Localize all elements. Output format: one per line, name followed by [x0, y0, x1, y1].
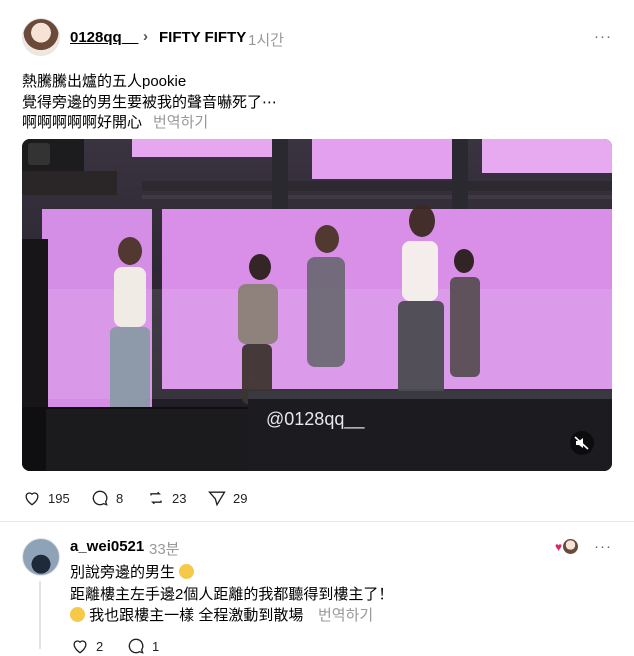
- mute-toggle-icon[interactable]: [570, 431, 594, 455]
- repost-icon: [150, 491, 162, 505]
- repost-button[interactable]: 23: [146, 488, 186, 508]
- reply-text-line-1: 別說旁邊的男生: [70, 561, 195, 582]
- post-topic-tag[interactable]: FIFTY FIFTY: [159, 29, 246, 46]
- comment-button[interactable]: 8: [90, 488, 123, 508]
- like-count: 195: [48, 490, 70, 506]
- reply-author-username[interactable]: a_wei0521: [70, 538, 144, 555]
- comment-count: 8: [116, 490, 124, 506]
- author-liked-avatar: [562, 538, 579, 555]
- comment-bubble-icon: [92, 490, 108, 506]
- reply-text-line-2: 距離樓主左手邊2個人距離的我都聽得到樓主了！: [70, 586, 394, 603]
- post-video[interactable]: @0128qq__: [22, 139, 612, 471]
- post-translate-link[interactable]: 번역하기: [153, 111, 208, 132]
- send-icon: [208, 491, 226, 507]
- crying-face-emoji-icon: [70, 607, 85, 622]
- reply-more-options-icon[interactable]: ···: [594, 538, 612, 555]
- video-watermark: @0128qq__: [266, 409, 365, 429]
- heart-icon: [25, 492, 39, 506]
- reply-text: 別說旁邊的男生: [70, 564, 176, 581]
- reply-text: 我也跟樓主一樣 全程激動到散場: [89, 607, 304, 624]
- thread-connector-line: [39, 581, 41, 649]
- comment-bubble-icon: [128, 638, 144, 654]
- reply-author-avatar[interactable]: [22, 538, 60, 576]
- post-author-username[interactable]: 0128qq__: [70, 29, 138, 46]
- heart-icon: [73, 640, 87, 654]
- reply-comment-count: 1: [152, 638, 160, 654]
- reply-like-button[interactable]: 2: [70, 636, 103, 656]
- post-timestamp[interactable]: 1시간: [248, 29, 284, 50]
- post-text-line-3: 啊啊啊啊啊好開心: [22, 114, 143, 131]
- reply-comment-button[interactable]: 1: [126, 636, 159, 656]
- reply-like-count: 2: [96, 638, 104, 654]
- like-button[interactable]: 195: [22, 488, 70, 508]
- topic-chevron-icon: ›: [143, 28, 148, 45]
- divider: [0, 521, 634, 522]
- share-button[interactable]: 29: [207, 488, 247, 508]
- repost-count: 23: [172, 490, 187, 506]
- post-more-options-icon[interactable]: ···: [594, 28, 612, 45]
- reply-text-line-3: 我也跟樓主一樣 全程激動到散場: [70, 604, 303, 625]
- post-author-avatar[interactable]: [22, 18, 60, 56]
- grinning-squint-emoji-icon: [179, 564, 195, 579]
- reply-timestamp[interactable]: 33분: [149, 538, 180, 559]
- post-text-line-1: 熱騰騰出爐的五人pookie: [22, 73, 187, 90]
- reply-translate-link[interactable]: 번역하기: [318, 604, 373, 625]
- post-text-line-2: 覺得旁邊的男生要被我的聲音嚇死了⋯: [22, 94, 278, 111]
- share-count: 29: [233, 490, 248, 506]
